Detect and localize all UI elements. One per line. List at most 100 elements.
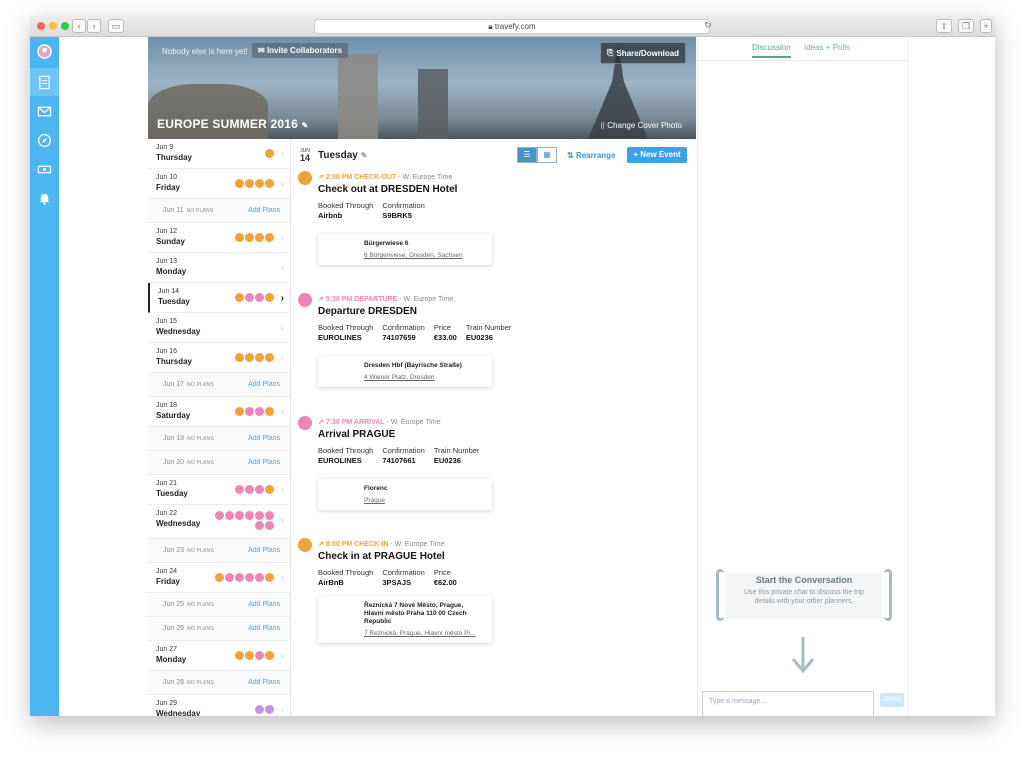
event-type-icon [265, 179, 274, 188]
day-row[interactable]: Jun 18 Saturday › [148, 397, 290, 427]
day-weekday: Wednesday [156, 709, 201, 716]
day-row[interactable]: Jun 15 Wednesday › [148, 313, 290, 343]
day-row-empty[interactable]: Jun 26 NO PLANS Add Plans [148, 617, 290, 641]
no-plans-label: NO PLANS [187, 382, 214, 388]
chevron-right-icon: › [280, 293, 284, 304]
add-plans-link[interactable]: Add Plans [248, 547, 280, 554]
map-view-icon[interactable]: ▦ [537, 147, 557, 163]
day-row[interactable]: Jun 22 Wednesday › [148, 505, 290, 539]
address-card[interactable]: Dresden Hbf (Bayrische Straße) 4 Wiener P… [318, 356, 492, 387]
pencil-icon[interactable]: ✎ [361, 151, 368, 160]
day-row[interactable]: Jun 27 Monday › [148, 641, 290, 671]
address-card[interactable]: Řeznická 7 Nové Město, Prague, Hlavní mě… [318, 596, 492, 643]
tab-discussion[interactable]: Discussion [752, 43, 791, 58]
day-row-empty[interactable]: Jun 28 NO PLANS Add Plans [148, 671, 290, 695]
share-download-button[interactable]: ⎘ Share/Download [600, 42, 686, 64]
left-rail [30, 37, 59, 716]
share-icon[interactable]: ⇧ [936, 19, 952, 33]
day-row[interactable]: Jun 29 Wednesday › [148, 695, 290, 716]
day-weekday: Sunday [156, 237, 185, 246]
day-date: Jun 28 [163, 679, 185, 686]
close-window-button[interactable] [37, 22, 45, 30]
day-row-empty[interactable]: Jun 17 NO PLANS Add Plans [148, 373, 290, 397]
day-row-empty[interactable]: Jun 23 NO PLANS Add Plans [148, 539, 290, 563]
add-plans-link[interactable]: Add Plans [248, 601, 280, 608]
rail-expenses[interactable] [30, 155, 59, 183]
event-type-icon [255, 353, 264, 362]
minimize-window-button[interactable] [49, 22, 57, 30]
add-plans-link[interactable]: Add Plans [248, 207, 280, 214]
address-link[interactable]: 4 Wiener Platz, Dresden [364, 374, 484, 381]
change-cover-photo-button[interactable]: ⌷ Change Cover Photo [600, 121, 682, 131]
invite-collaborators-button[interactable]: ✉ Invite Collaborators [252, 43, 349, 58]
day-date: Jun 25 [163, 601, 185, 608]
add-plans-link[interactable]: Add Plans [248, 679, 280, 686]
event-field: Confirmation 3PSAJS [382, 568, 425, 587]
trip-title[interactable]: EUROPE SUMMER 2016 ✎ [157, 117, 308, 131]
sidebar-toggle-icon[interactable]: ▭ [108, 19, 124, 33]
profile-avatar[interactable] [30, 37, 59, 65]
day-row-empty[interactable]: Jun 25 NO PLANS Add Plans [148, 593, 290, 617]
day-row[interactable]: Jun 12 Sunday › [148, 223, 290, 253]
new-event-button[interactable]: + New Event [627, 147, 687, 163]
back-button[interactable]: ‹ [72, 19, 86, 33]
envelope-icon [37, 106, 52, 116]
event-type-icon [225, 511, 234, 520]
day-weekday: Thursday [156, 357, 193, 366]
no-plans-label: NO PLANS [187, 602, 214, 608]
pencil-icon[interactable]: ✎ [302, 121, 309, 130]
zoom-window-button[interactable] [61, 22, 69, 30]
day-date: Jun 23 [163, 547, 185, 554]
event-meta: ↗ 7:30 PM ARRIVAL - W. Europe Time [318, 419, 441, 426]
day-row[interactable]: Jun 24 Friday › [148, 563, 290, 593]
add-plans-link[interactable]: Add Plans [248, 381, 280, 388]
day-row[interactable]: Jun 16 Thursday › [148, 343, 290, 373]
forward-button[interactable]: › [87, 19, 101, 33]
day-row-empty[interactable]: Jun 20 NO PLANS Add Plans [148, 451, 290, 475]
rail-explore[interactable] [30, 126, 59, 154]
address-link[interactable]: Prague [364, 497, 484, 504]
add-plans-link[interactable]: Add Plans [248, 435, 280, 442]
arrow-down-icon [791, 637, 815, 674]
day-row[interactable]: Jun 14 Tuesday › [148, 283, 290, 313]
list-view-icon[interactable]: ☰ [517, 147, 537, 163]
rearrange-button[interactable]: ⇅ Rearrange [567, 151, 616, 160]
address-card[interactable]: Florenc Prague [318, 479, 492, 510]
envelope-icon: ✉ [258, 46, 267, 55]
day-row[interactable]: Jun 21 Tuesday › [148, 475, 290, 505]
event-field: Train Number EU0236 [433, 446, 480, 465]
address-name: Dresden Hbf (Bayrische Straße) [364, 362, 462, 369]
event-type-icon [255, 651, 264, 660]
new-tab-icon[interactable]: + [980, 19, 992, 33]
rail-notifications[interactable] [30, 184, 59, 212]
address-link[interactable]: 7 Řeznická, Prague, Hlavní město Pr... [364, 630, 484, 637]
rail-messages[interactable] [30, 97, 59, 125]
day-title[interactable]: Tuesday ✎ [318, 150, 367, 161]
add-plans-link[interactable]: Add Plans [248, 459, 280, 466]
day-row[interactable]: Jun 10 Friday › [148, 169, 290, 199]
no-plans-label: NO PLANS [187, 548, 214, 554]
event-type-icon [235, 511, 244, 520]
url-bar[interactable]: 🔒︎ travefy.com [314, 19, 710, 34]
direction-arrow-icon: ↗ [318, 174, 326, 181]
day-date: Jun 11 [163, 207, 184, 214]
event-field: Booked Through Airbnb [318, 201, 374, 220]
send-button[interactable]: Send [880, 693, 904, 707]
day-row[interactable]: Jun 13 Monday › [148, 253, 290, 283]
tab-ideas-polls[interactable]: Ideas + Polls [804, 43, 850, 52]
conversation-subtitle: Use this private chat to discuss the tri… [744, 589, 864, 605]
day-row-empty[interactable]: Jun 19 NO PLANS Add Plans [148, 427, 290, 451]
address-card[interactable]: Bürgerwiese 6 6 Bürgerwiese, Dresden, Sac… [318, 234, 492, 265]
add-plans-link[interactable]: Add Plans [248, 625, 280, 632]
rail-itinerary[interactable] [30, 68, 59, 96]
tabs-icon[interactable]: ❐ [958, 19, 974, 33]
browser-toolbar: ‹ › ▭ 🔒︎ travefy.com ↻ ⇧ ❐ + [30, 16, 995, 37]
reload-icon[interactable]: ↻ [702, 19, 714, 33]
address-link[interactable]: 6 Bürgerwiese, Dresden, Sachsen [364, 252, 484, 259]
day-row[interactable]: Jun 9 Thursday › [148, 139, 290, 169]
day-row-empty[interactable]: Jun 11 NO PLANS Add Plans [148, 199, 290, 223]
message-input[interactable]: Type a message... [702, 691, 874, 716]
day-event-icons [214, 511, 274, 530]
event-type-icon [245, 233, 254, 242]
event-type-icon [245, 293, 254, 302]
